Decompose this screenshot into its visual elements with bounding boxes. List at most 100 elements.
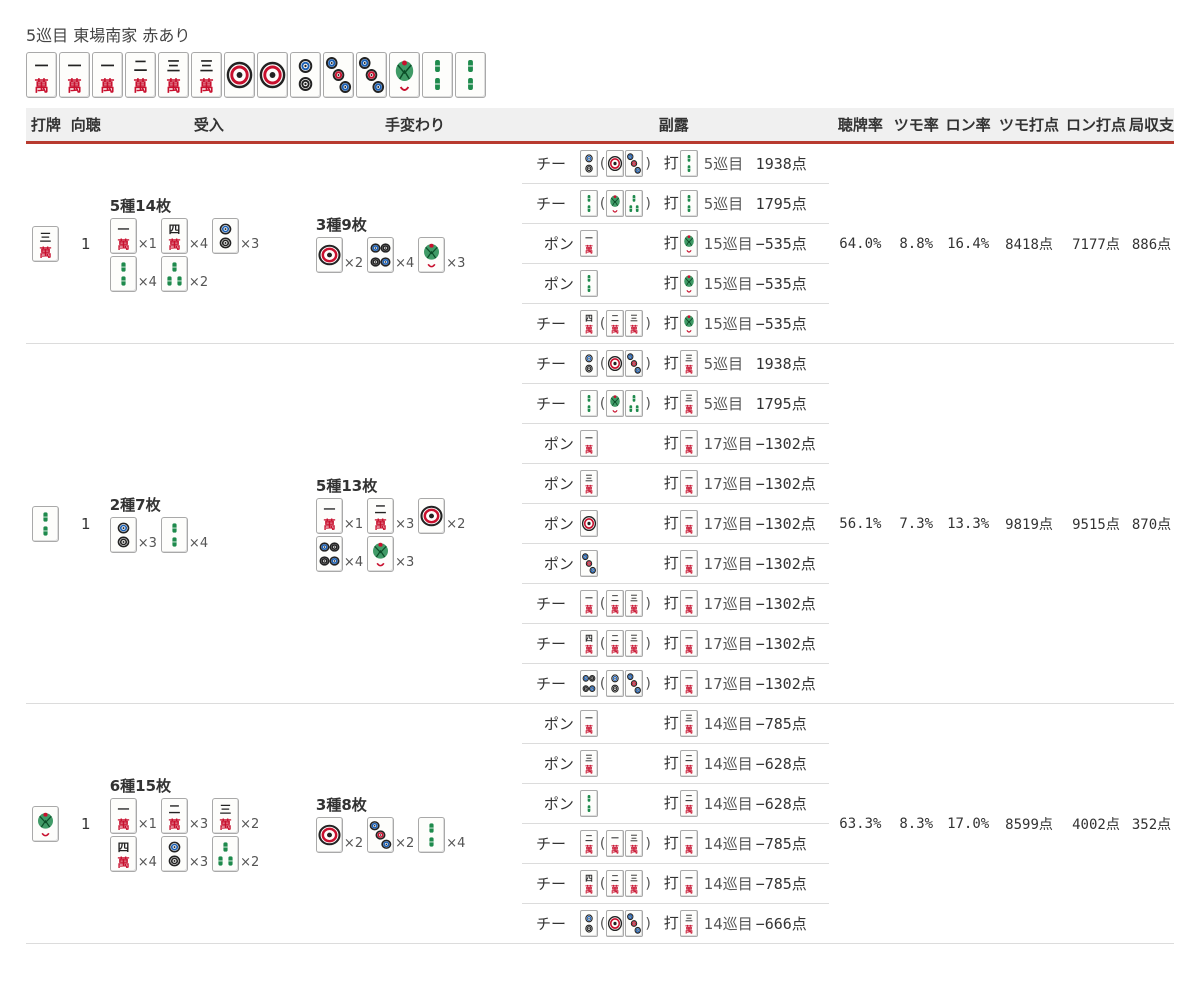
tile-m2-icon: 二萬 bbox=[679, 790, 698, 817]
svg-text:一: 一 bbox=[101, 59, 115, 75]
change-title: 3種9枚 bbox=[315, 215, 367, 234]
discard-label: 打 bbox=[663, 874, 679, 892]
svg-text:萬: 萬 bbox=[611, 604, 619, 614]
furo-discard: 打 bbox=[663, 263, 704, 304]
table-row[interactable]: 三萬 1 5種14枚一萬 ×1 四萬 ×4 ×3 ×4 ×2 3種9枚 ×2 ×4 ×3 チー() 打 5巡目… bbox=[26, 142, 1174, 344]
change-entry: ×4 bbox=[315, 535, 363, 572]
tile-p3-icon bbox=[625, 350, 644, 377]
paren-close: ) bbox=[645, 396, 651, 412]
furo-row[interactable]: ポン一萬打三萬 14巡目 −785点 bbox=[522, 704, 830, 744]
furo-row[interactable]: ポン 打 15巡目 −535点 bbox=[522, 263, 830, 304]
tile-m1-icon: 一萬 bbox=[679, 830, 698, 857]
tile-p3-icon bbox=[323, 52, 354, 98]
furo-discard: 打一萬 bbox=[663, 423, 704, 464]
discard-cell[interactable] bbox=[26, 703, 66, 944]
furo-row[interactable]: チー二萬(一萬三萬) 打一萬 14巡目 −785点 bbox=[522, 823, 830, 864]
furo-set: 二萬(一萬三萬) bbox=[579, 823, 664, 864]
furo-points: 1938点 bbox=[755, 144, 830, 184]
header-discard: 打牌 bbox=[26, 108, 66, 144]
tile-p2-icon bbox=[160, 835, 188, 872]
furo-type: ポン bbox=[522, 423, 580, 464]
svg-text:萬: 萬 bbox=[685, 924, 693, 934]
furo-row[interactable]: チー() 打一萬 17巡目 −1302点 bbox=[522, 664, 829, 704]
furo-discard: 打 bbox=[663, 223, 704, 264]
furo-row[interactable]: チー四萬(二萬三萬) 打一萬 17巡目 −1302点 bbox=[522, 623, 830, 664]
svg-text:四: 四 bbox=[585, 874, 593, 883]
tile-count: ×2 bbox=[343, 835, 364, 851]
tile-s2-icon bbox=[422, 52, 453, 98]
furo-row[interactable]: ポン一萬打一萬 17巡目 −1302点 bbox=[522, 423, 830, 464]
svg-text:萬: 萬 bbox=[685, 364, 693, 374]
svg-text:萬: 萬 bbox=[585, 724, 593, 734]
svg-text:二: 二 bbox=[685, 794, 693, 803]
tile-s3-icon bbox=[160, 255, 188, 292]
tile-m1-icon: 一萬 bbox=[679, 430, 698, 457]
tile-m1-icon: 一萬 bbox=[579, 590, 598, 617]
discard-label: 打 bbox=[663, 514, 679, 532]
tile-count: ×3 bbox=[188, 854, 209, 870]
tile-count: ×2 bbox=[395, 835, 415, 851]
tile-m2-icon: 二萬 bbox=[606, 630, 625, 657]
furo-set: 一萬(二萬三萬) bbox=[579, 583, 664, 624]
furo-discard: 打一萬 bbox=[663, 543, 704, 584]
furo-row[interactable]: ポン三萬打一萬 17巡目 −1302点 bbox=[522, 463, 830, 504]
furo-row[interactable]: チー() 打 5巡目 1938点 bbox=[522, 144, 830, 184]
svg-text:一: 一 bbox=[585, 594, 593, 603]
tile-p2-icon bbox=[606, 670, 625, 697]
svg-text:二: 二 bbox=[612, 594, 620, 603]
furo-set: () bbox=[579, 183, 664, 224]
furo-row[interactable]: チー一萬(二萬三萬) 打一萬 17巡目 −1302点 bbox=[522, 583, 830, 624]
ukeire-entry: ×3 bbox=[212, 217, 259, 254]
furo-points: −1302点 bbox=[755, 583, 830, 624]
tile-s2-icon bbox=[418, 816, 446, 853]
svg-text:四: 四 bbox=[117, 841, 129, 854]
paren-close: ) bbox=[645, 596, 651, 612]
furo-junme: 5巡目 bbox=[703, 144, 756, 184]
furo-row[interactable]: ポン打二萬 14巡目 −628点 bbox=[522, 783, 830, 824]
furo-row[interactable]: チー() 打三萬 14巡目 −666点 bbox=[522, 904, 829, 944]
furo-type: チー bbox=[522, 344, 580, 384]
tile-s2-icon bbox=[579, 190, 598, 217]
tile-p3-icon bbox=[579, 550, 598, 577]
tsumo-cell: 8.8% bbox=[891, 142, 942, 344]
svg-text:萬: 萬 bbox=[630, 604, 638, 614]
furo-row[interactable]: チー四萬(二萬三萬) 打一萬 14巡目 −785点 bbox=[522, 863, 830, 904]
svg-text:萬: 萬 bbox=[685, 444, 693, 454]
discard-label: 打 bbox=[663, 434, 679, 452]
furo-row[interactable]: チー() 打三萬 5巡目 1795点 bbox=[522, 383, 830, 424]
furo-row[interactable]: ポン打一萬 17巡目 −1302点 bbox=[522, 503, 830, 544]
paren-close: ) bbox=[645, 196, 651, 212]
paren-open: ( bbox=[599, 636, 606, 652]
header-row: 打牌 向聴 受入 手変わり 副露 聴牌率 ツモ率 ロン率 ツモ打点 ロン打点 局… bbox=[26, 108, 1174, 144]
furo-points: 1938点 bbox=[755, 344, 830, 384]
furo-row[interactable]: ポン打一萬 17巡目 −1302点 bbox=[522, 543, 830, 584]
tile-m4-icon: 四萬 bbox=[579, 870, 598, 897]
table-row[interactable]: 1 6種15枚一萬 ×1 二萬 ×3 三萬 ×2 四萬 ×4 ×3 ×2 3種8枚 ×2 ×2 ×4 ポン一萬… bbox=[26, 703, 1174, 944]
furo-junme: 14巡目 bbox=[703, 915, 753, 933]
svg-text:一: 一 bbox=[685, 594, 693, 603]
furo-row[interactable]: チー四萬(二萬三萬) 打 15巡目 −535点 bbox=[522, 304, 829, 344]
table-row[interactable]: 1 2種7枚 ×3 ×4 5種13枚一萬 ×1 二萬 ×3 ×2 ×4 ×3 チー() 打三萬 5巡目 19… bbox=[26, 343, 1174, 704]
ukeire-title: 2種7枚 bbox=[109, 495, 161, 514]
tile-s1-icon bbox=[32, 805, 60, 842]
discard-cell[interactable]: 三萬 bbox=[26, 142, 66, 344]
furo-row[interactable]: チー() 打 5巡目 1795点 bbox=[522, 183, 830, 224]
svg-text:三: 三 bbox=[585, 474, 593, 483]
discard-cell[interactable] bbox=[26, 343, 66, 704]
furo-junme: 5巡目 bbox=[703, 383, 756, 424]
svg-text:一: 一 bbox=[685, 434, 693, 443]
tile-m4-icon: 四萬 bbox=[579, 310, 598, 337]
furo-row[interactable]: ポン三萬打二萬 14巡目 −628点 bbox=[522, 743, 830, 784]
tile-m4-icon: 四萬 bbox=[160, 217, 188, 254]
furo-type: ポン bbox=[522, 503, 580, 544]
furo-type: ポン bbox=[522, 223, 580, 264]
furo-type: チー bbox=[522, 583, 580, 624]
furo-junme: 17巡目 bbox=[703, 463, 756, 504]
tsumo-cell: 7.3% bbox=[891, 343, 942, 704]
tile-m2-icon: 二萬 bbox=[160, 797, 188, 834]
tile-m3-icon: 三萬 bbox=[191, 52, 222, 98]
furo-row[interactable]: チー() 打三萬 5巡目 1938点 bbox=[522, 344, 830, 384]
tile-count: ×4 bbox=[137, 854, 157, 870]
furo-row[interactable]: ポン一萬 打 15巡目 −535点 bbox=[522, 223, 830, 264]
header-tsumo: ツモ率 bbox=[891, 108, 942, 144]
